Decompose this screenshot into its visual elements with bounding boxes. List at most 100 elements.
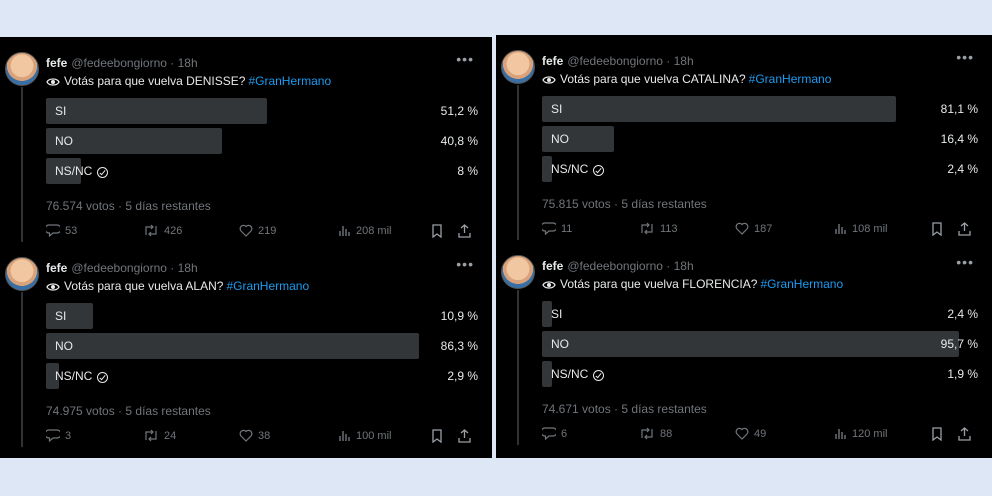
thread-line: [517, 290, 519, 445]
user-name[interactable]: fefe: [542, 259, 563, 273]
user-handle[interactable]: @fedeebongiorno: [71, 261, 167, 275]
avatar[interactable]: [5, 257, 39, 291]
reply-count: 11: [561, 222, 573, 235]
left-screenshot-panel: fefe @fedeebongiorno · 18h ••• Votás para…: [0, 37, 492, 458]
like-icon: [239, 429, 253, 442]
hashtag-link[interactable]: #GranHermano: [749, 72, 832, 86]
more-icon[interactable]: •••: [956, 49, 974, 65]
bookmark-button[interactable]: [431, 224, 448, 238]
poll-option-no: NO 95,7 %: [542, 331, 978, 357]
views-button[interactable]: 120 mil: [834, 427, 887, 440]
reply-icon: [46, 224, 60, 237]
like-button[interactable]: 219: [239, 224, 276, 237]
like-button[interactable]: 49: [735, 427, 766, 440]
views-button[interactable]: 108 mil: [834, 222, 887, 235]
poll-option-percent: 10,9 %: [440, 309, 478, 323]
views-icon: [339, 431, 350, 441]
bookmark-button[interactable]: [431, 429, 448, 443]
views-count: 108 mil: [852, 222, 888, 235]
user-name[interactable]: fefe: [46, 261, 67, 275]
share-button[interactable]: [958, 427, 976, 441]
views-button[interactable]: 208 mil: [338, 224, 391, 237]
poll-option-si: SI 81,1 %: [542, 96, 978, 122]
tweet-time[interactable]: 18h: [178, 56, 198, 70]
poll-option-label: SI: [55, 309, 67, 323]
hashtag-link[interactable]: #GranHermano: [226, 279, 309, 293]
share-icon: [458, 429, 471, 443]
poll-option-nsnc: NS/NC 1,9 %: [542, 361, 978, 387]
poll-option-label-text: NS/NC: [55, 369, 93, 383]
tweet-text: Votás para que vuelva CATALINA? #GranHerm…: [542, 72, 831, 86]
poll-option-percent: 8 %: [457, 164, 478, 178]
like-icon: [239, 224, 253, 237]
reply-button[interactable]: 53: [46, 224, 77, 237]
poll-option-label: NO: [551, 132, 569, 146]
separator-dot: ·: [166, 261, 178, 275]
poll-option-si: SI 2,4 %: [542, 301, 978, 327]
bookmark-button[interactable]: [931, 222, 948, 236]
user-handle[interactable]: @fedeebongiorno: [567, 259, 663, 273]
reply-button[interactable]: 6: [542, 427, 567, 440]
eye-icon: [542, 281, 556, 289]
user-name[interactable]: fefe: [46, 56, 67, 70]
reply-icon: [542, 427, 556, 440]
poll-option-percent: 16,4 %: [940, 132, 978, 146]
user-handle[interactable]: @fedeebongiorno: [567, 54, 663, 68]
avatar[interactable]: [501, 50, 535, 84]
reply-button[interactable]: 3: [46, 429, 71, 442]
poll-votes-info: 74.975 votos · 5 días restantes: [46, 404, 211, 418]
poll-tweet: fefe @fedeebongiorno · 18h ••• Votás para…: [496, 240, 992, 445]
more-icon[interactable]: •••: [956, 254, 974, 270]
poll-option-percent: 81,1 %: [940, 102, 978, 116]
tweet-time[interactable]: 18h: [674, 54, 694, 68]
views-count: 120 mil: [852, 427, 888, 440]
tweet-actions: 53 426 219 208 mil: [46, 224, 478, 240]
views-button[interactable]: 100 mil: [338, 429, 391, 442]
thread-line: [21, 87, 23, 242]
tweet-time[interactable]: 18h: [674, 259, 694, 273]
hashtag-link[interactable]: #GranHermano: [248, 74, 331, 88]
poll-question: Votás para que vuelva ALAN?: [64, 279, 224, 293]
more-icon[interactable]: •••: [456, 256, 474, 272]
hashtag-link[interactable]: #GranHermano: [760, 277, 843, 291]
retweet-count: 24: [164, 429, 177, 442]
reply-count: 3: [65, 429, 72, 442]
retweet-count: 426: [164, 224, 183, 237]
poll-option-nsnc: NS/NC 2,4 %: [542, 156, 978, 182]
share-button[interactable]: [958, 222, 976, 236]
reply-button[interactable]: 11: [542, 222, 572, 235]
retweet-button[interactable]: 113: [639, 222, 678, 235]
poll-option-nsnc: NS/NC 8 %: [46, 158, 478, 184]
tweet-header: fefe @fedeebongiorno · 18h: [46, 56, 198, 70]
retweet-button[interactable]: 88: [639, 427, 672, 440]
like-button[interactable]: 38: [239, 429, 270, 442]
poll-options: SI 51,2 % NO 40,8 % NS/NC 8 %: [46, 98, 478, 188]
tweet-time[interactable]: 18h: [178, 261, 198, 275]
thread-line: [21, 292, 23, 447]
retweet-icon: [641, 222, 653, 235]
like-count: 187: [754, 222, 773, 235]
more-icon[interactable]: •••: [456, 51, 474, 67]
poll-option-label: NO: [55, 339, 73, 353]
user-name[interactable]: fefe: [542, 54, 563, 68]
retweet-button[interactable]: 24: [143, 429, 176, 442]
thread-line: [517, 85, 519, 240]
share-button[interactable]: [458, 429, 476, 443]
avatar[interactable]: [501, 255, 535, 289]
retweet-button[interactable]: 426: [143, 224, 182, 237]
poll-option-label: NS/NC: [55, 369, 109, 383]
retweet-icon: [145, 224, 157, 237]
tweet-header: fefe @fedeebongiorno · 18h: [542, 259, 694, 273]
avatar[interactable]: [5, 52, 39, 86]
poll-question: Votás para que vuelva DENISSE?: [64, 74, 246, 88]
check-circle-icon: [97, 167, 109, 178]
share-button[interactable]: [458, 224, 476, 238]
user-handle[interactable]: @fedeebongiorno: [71, 56, 167, 70]
poll-option-label: SI: [55, 104, 67, 118]
like-button[interactable]: 187: [735, 222, 772, 235]
poll-result-bar: [46, 333, 419, 359]
share-icon: [958, 427, 971, 441]
poll-question: Votás para que vuelva CATALINA?: [560, 72, 746, 86]
reply-icon: [46, 429, 60, 442]
bookmark-button[interactable]: [931, 427, 948, 441]
